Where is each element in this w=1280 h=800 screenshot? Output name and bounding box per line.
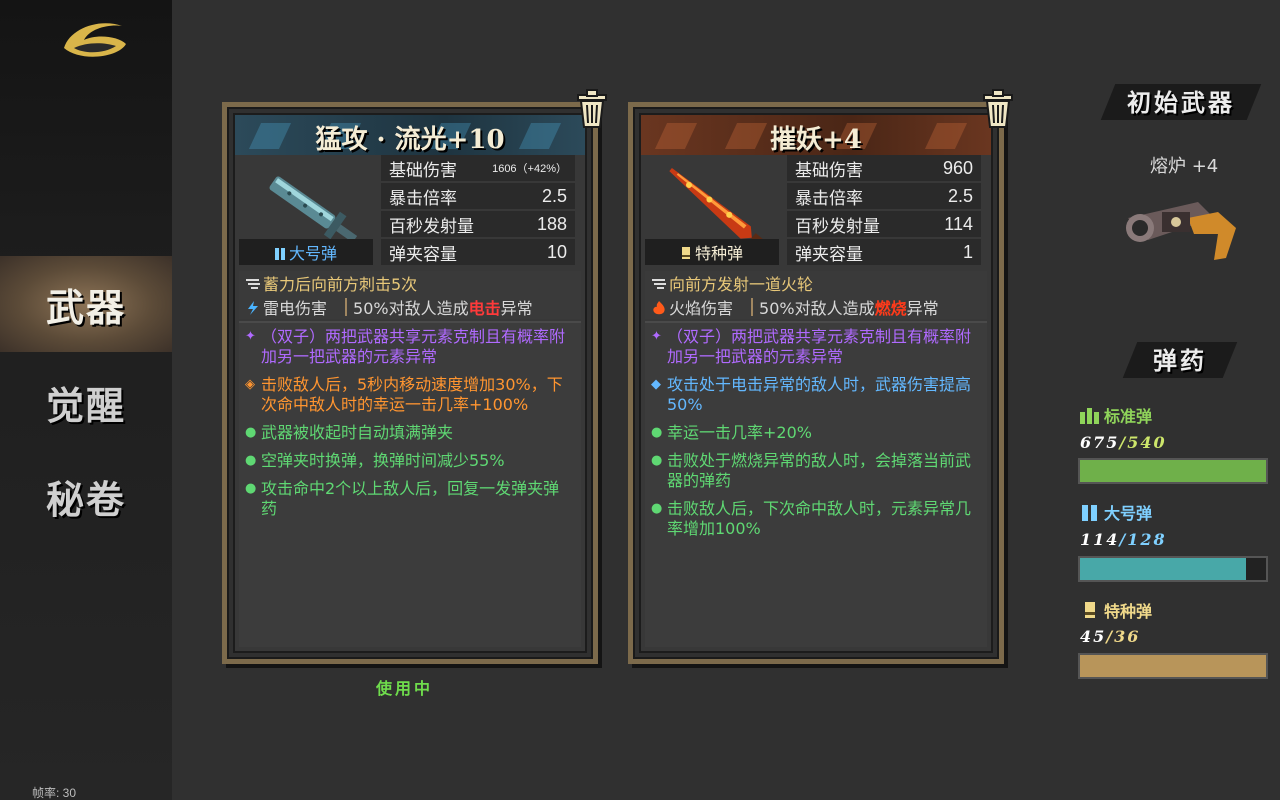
blue-bullets-icon [1080,503,1100,521]
element-line: 火焰伤害 50%对敌人造成 燃烧 异常 [645,295,987,319]
ammo-special-count: 45/36 [1080,627,1141,646]
green-bullets-icon [1080,406,1100,424]
ammo-special-label: 特种弹 [1080,598,1152,622]
skill-line: 向前方发射一道火轮 [645,271,987,295]
divider [751,298,754,316]
gold-shell-icon [681,245,691,259]
bar-fill [1080,460,1266,482]
ammo-standard-bar [1078,458,1268,484]
affix-list: ✦ （双子）两把武器共享元素克制且有概率附加另一把武器的元素异常 ◆ 攻击处于电击异… [645,321,987,647]
divider [345,298,348,316]
weapon-card-2[interactable]: 摧妖+4 特种弹 基础伤害 960 暴击倍率 2.5 百秒发射量 114 弹夹容量 1 [628,89,1013,664]
list-item: ● 击败处于燃烧异常的敌人时，会掉落当前武器的弹药 [651,451,972,490]
nav-weapons[interactable]: 武器 [0,256,172,352]
list-item: ◈ 击败敌人后，5秒内移动速度增加30%，下次命中敌人时的幸运一击几率+100% [245,375,563,414]
fire-icon [651,300,667,315]
initial-weapon-name: 熔炉 +4 [1150,156,1219,177]
ammo-large-bar [1078,556,1268,582]
trash-icon[interactable] [981,89,1015,129]
gold-shell-icon [1080,601,1100,619]
wind-slash-icon [651,276,667,290]
skill-line: 蓄力后向前方刺击5次 [239,271,581,295]
ammo-large-label: 大号弹 [1080,500,1152,524]
ammo-type-tag: 特种弹 [645,239,779,265]
initial-weapon-header: 初始武器 [1108,80,1254,120]
weapon-skill-block: 向前方发射一道火轮 火焰伤害 50%对敌人造成 燃烧 异常 [645,271,987,319]
wind-slash-icon [245,276,261,290]
affix-list: ✦ （双子）两把武器共享元素克制且有概率附加另一把武器的元素异常 ◈ 击败敌人后，5… [239,321,581,647]
furnace-gun-icon[interactable] [1118,188,1242,268]
in-use-label: 使用中 [376,679,434,698]
ammo-standard-label: 标准弹 [1080,403,1152,427]
ammo-special-bar [1078,653,1268,679]
stat-row: 基础伤害 960 [787,155,981,181]
stat-row: 暴击倍率 2.5 [787,183,981,209]
list-item: ● 武器被收起时自动填满弹夹 [245,423,454,442]
stat-row: 弹夹容量 1 [787,239,981,265]
list-item: ◆ 攻击处于电击异常的敌人时，武器伤害提高50% [651,375,972,414]
stat-row: 基础伤害 1606（+42%） [381,155,575,181]
ammo-type-tag: 大号弹 [239,239,373,265]
weapon-banner: 猛攻 · 流光+10 [235,115,585,155]
lightning-icon [245,300,261,315]
weapon-title: 猛攻 · 流光+10 [315,125,505,155]
weapon-title: 摧妖+4 [770,125,862,155]
stat-row: 暴击倍率 2.5 [381,183,575,209]
stat-row: 弹夹容量 10 [381,239,575,265]
weapon-card-1[interactable]: 猛攻 · 流光+10 大号弹 基础伤害 1606（+42%） 暴击倍率 2.5 百秒… [222,89,607,664]
nav-awaken[interactable]: 觉醒 [0,354,172,450]
weapon-banner: 摧妖+4 [641,115,991,155]
fps-counter: 帧率: 30 [32,786,77,800]
list-item: ● 击败敌人后，下次命中敌人时，元素异常几率增加100% [651,499,972,538]
list-item: ● 攻击命中2个以上敌人后，回复一发弹夹弹药 [245,479,560,518]
stat-row: 百秒发射量 114 [787,211,981,237]
bar-fill [1080,558,1246,580]
sidebar: 武器 觉醒 秘卷 帧率: 30 [0,0,172,800]
list-item: ✦ （双子）两把武器共享元素克制且有概率附加另一把武器的元素异常 [651,327,972,366]
ammo-standard-count: 675/540 [1080,433,1167,452]
list-item: ● 空弹夹时换弹，换弹时间减少55% [245,451,505,470]
weapon-stats: 基础伤害 960 暴击倍率 2.5 百秒发射量 114 弹夹容量 1 [787,155,981,267]
ammo-large-count: 114/128 [1080,530,1167,549]
blue-bullets-icon [274,245,285,260]
weapon-stats: 基础伤害 1606（+42%） 暴击倍率 2.5 百秒发射量 188 弹夹容量 10 [381,155,575,267]
list-item: ● 幸运一击几率+20% [651,423,812,442]
trash-icon[interactable] [575,89,609,129]
game-logo-icon [64,23,126,57]
nav-scrolls[interactable]: 秘卷 [0,448,172,544]
element-line: 雷电伤害 50%对敌人造成 电击 异常 [239,295,581,319]
stat-row: 百秒发射量 188 [381,211,575,237]
ammo-header: 弹药 [1130,338,1230,378]
weapon-skill-block: 蓄力后向前方刺击5次 雷电伤害 50%对敌人造成 电击 异常 [239,271,581,319]
bar-fill [1080,655,1266,677]
list-item: ✦ （双子）两把武器共享元素克制且有概率附加另一把武器的元素异常 [245,327,566,366]
